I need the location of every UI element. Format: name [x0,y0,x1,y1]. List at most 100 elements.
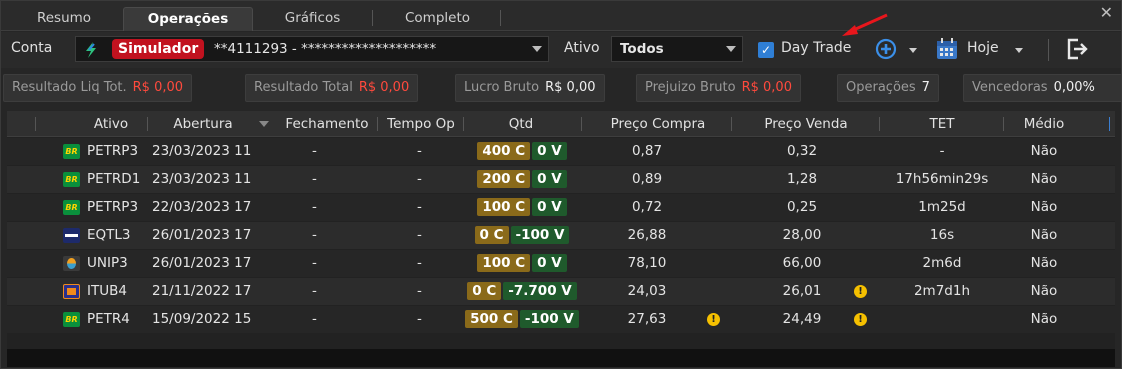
un-icon [63,256,80,271]
br-icon: BR [63,144,80,159]
col-abertura[interactable]: Abertura [149,111,257,137]
export-button[interactable] [1065,37,1089,65]
cell-medio: Não [1030,227,1058,243]
cell-tet: 17h56min29s [895,171,989,187]
br-icon: BR [63,312,80,327]
date-filter-button[interactable]: Hoje [935,37,1027,63]
col-qtd[interactable]: Qtd [465,111,577,137]
tab-divider [372,10,373,26]
cell-medio: Não [1030,171,1058,187]
cell-ativo: PETRP3 [87,199,139,215]
chevron-down-icon [726,46,736,52]
summary-resultado-total: Resultado Total R$ 0,00 [245,74,419,102]
cell-abertura: 22/03/2023 17 [152,199,252,215]
toolbar-divider [1048,39,1049,61]
cell-preco-venda: 28,00 [782,227,822,243]
cell-preco-compra: 26,88 [627,227,667,243]
ativo-select[interactable]: Todos [611,36,743,62]
chevron-down-icon [909,48,917,53]
cell-preco-compra: 0,89 [631,171,663,187]
cell-tet: - [939,143,945,159]
col-fechamento[interactable]: Fechamento [277,111,377,137]
table-row[interactable]: BR PETRD1 23/03/2023 11 - - 200 C0 V 0,89 1,28 1… [7,166,1115,193]
account-number: **4111293 - ******************** [214,41,437,57]
account-select[interactable]: Simulador **4111293 - ******************… [75,36,549,62]
col-ativo[interactable]: Ativo [67,111,155,137]
logout-icon [1067,38,1088,60]
qty-sell-badge: 0 V [532,142,567,160]
tab-graficos[interactable]: Gráficos [265,7,360,31]
table-row[interactable]: UNIP3 26/01/2023 17 - - 100 C0 V 78,10 66,00 2m… [7,250,1115,277]
qty-buy-badge: 200 C [477,170,531,188]
cell-preco-compra: 27,63 [627,311,667,327]
cell-qtd: 500 C -100 V [463,306,581,333]
annotation-arrow-icon [842,13,888,36]
add-operation-button[interactable] [875,38,923,62]
cell-preco-venda: 66,00 [782,255,822,271]
calendar-icon [937,38,957,59]
cell-ativo: ITUB4 [87,283,127,299]
eq-icon [63,228,80,243]
summary-operacoes: Operações 7 [837,74,939,102]
warning-icon[interactable]: ! [854,285,867,298]
it-icon [63,284,80,299]
cell-abertura: 26/01/2023 17 [152,227,252,243]
cell-preco-compra: 24,03 [627,283,667,299]
qty-sell-badge: 0 V [532,170,567,188]
cell-qtd: 400 C0 V [463,138,581,165]
cell-ativo: EQTL3 [87,227,131,243]
br-icon: BR [63,200,80,215]
col-tet[interactable]: TET [881,111,1003,137]
cell-tempo-op: - [417,311,422,327]
cell-medio: Não [1030,311,1058,327]
cell-fechamento: - [312,255,317,271]
date-label: Hoje [967,40,999,56]
cell-tet [881,306,1003,333]
warning-icon[interactable]: ! [854,313,867,326]
table-footer [7,349,1115,367]
col-medio[interactable]: Médio [1005,111,1083,137]
cell-abertura: 26/01/2023 17 [152,255,252,271]
col-tempo-op[interactable]: Tempo Op [379,111,463,137]
operations-window: Resumo Operações Gráficos Completo ✕ Con… [0,0,1122,369]
cell-preco-compra: 0,87 [631,143,663,159]
cell-tet: 16s [929,227,955,243]
daytrade-label[interactable]: Day Trade [781,40,851,56]
cell-abertura: 21/11/2022 17 [152,283,252,299]
cell-preco-venda: 0,32 [786,143,818,159]
plus-circle-icon [875,38,897,60]
qty-buy-badge: 100 C [477,198,531,216]
col-preco-venda[interactable]: Preço Venda [733,111,879,137]
cell-fechamento: - [312,311,317,327]
tab-operacoes[interactable]: Operações [123,7,253,31]
cell-tet: 1m25d [918,199,966,215]
warning-icon[interactable]: ! [707,313,720,326]
summary-lucro-bruto: Lucro Bruto R$ 0,00 [455,74,605,102]
tab-resumo[interactable]: Resumo [19,7,109,31]
cell-abertura: 23/03/2023 11 [152,171,252,187]
table-header: Ativo Abertura Fechamento Tempo Op Qtd P… [7,111,1115,137]
cell-tempo-op: - [417,283,422,299]
table-row[interactable]: BR PETR4 15/09/2022 15 - - 500 C -100 V 27,63! 2… [7,306,1115,333]
tab-divider [500,10,501,26]
cell-tempo-op: - [417,199,422,215]
table-row[interactable]: ITUB4 21/11/2022 17 - - 0 C -7.700 V 24,03 26,0… [7,278,1115,305]
table-row[interactable]: BR PETRP3 22/03/2023 17 - - 100 C0 V 0,72 0,25 1… [7,194,1115,221]
cell-medio: Não [1030,143,1058,159]
close-icon[interactable]: ✕ [1100,3,1113,22]
qty-sell-badge: 0 V [532,254,567,272]
cell-qtd: 100 C0 V [463,250,581,277]
qty-buy-badge: 0 C [467,282,502,300]
col-preco-compra[interactable]: Preço Compra [583,111,733,137]
ativo-value: Todos [620,41,664,57]
lightning-icon [86,42,96,58]
tab-completo[interactable]: Completo [385,7,490,31]
chevron-down-icon [532,46,542,52]
cell-qtd: 100 C0 V [463,194,581,221]
cell-preco-venda: 26,01 [782,283,822,299]
conta-label: Conta [11,40,53,56]
table-row[interactable]: BR PETRP3 23/03/2023 11 - - 400 C0 V 0,87 0,32 -… [7,138,1115,165]
daytrade-checkbox[interactable]: ✓ [758,42,774,58]
summary-vencedoras: Vencedoras 0,00% [963,74,1121,102]
table-row[interactable]: EQTL3 26/01/2023 17 - - 0 C -100 V 26,88 28,00 1… [7,222,1115,249]
